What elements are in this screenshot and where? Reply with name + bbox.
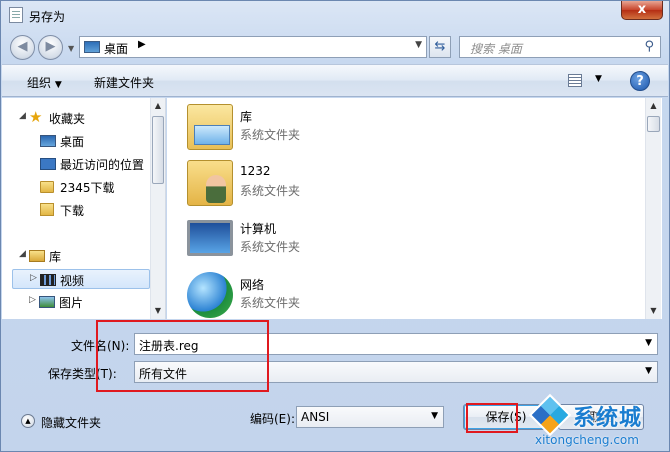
folder-icon: [40, 181, 54, 193]
chevron-down-icon[interactable]: ▼: [645, 366, 652, 376]
video-icon: [40, 274, 56, 286]
save-as-dialog: 另存为 x ◀ ▶ ▼ 桌面 ▶ ▼ ⇆ 搜索 桌面 ⚲ 组织 ▼ 新建文件夹 …: [0, 0, 670, 452]
recent-places-icon: [40, 158, 56, 170]
nav-item-label: 下载: [60, 204, 85, 218]
navigation-pane: ◢ ★ 收藏夹 桌面 最近访问的位置 2345下载 下载 ◢ 库 ▷ 视频 ▷ …: [2, 98, 166, 319]
desktop-icon: [84, 41, 100, 53]
breadcrumb-chevron-icon[interactable]: ▶: [138, 39, 146, 50]
collapse-icon[interactable]: ◢: [19, 111, 26, 121]
watermark: 系统城 xitongcheng.com: [521, 393, 670, 452]
chevron-down-icon: ▼: [54, 80, 62, 90]
refresh-button[interactable]: ⇆: [429, 36, 451, 58]
help-icon[interactable]: ?: [630, 71, 650, 91]
list-item-network[interactable]: 网络 系统文件夹: [187, 272, 487, 319]
address-dropdown-icon[interactable]: ▼: [415, 40, 422, 50]
search-placeholder: 搜索 桌面: [470, 42, 522, 56]
nav-item-recent-places[interactable]: 最近访问的位置: [2, 154, 150, 174]
nav-item-label: 2345下载: [60, 181, 115, 195]
scroll-up-icon[interactable]: ▲: [646, 98, 661, 114]
encoding-value: ANSI: [301, 410, 330, 424]
encoding-select[interactable]: ANSI ▼: [296, 406, 444, 428]
title-bar: 另存为 x: [1, 1, 669, 31]
window-title: 另存为: [29, 10, 66, 24]
star-icon: ★: [29, 108, 43, 126]
chevron-down-icon[interactable]: ▼: [645, 338, 652, 348]
list-item-libraries[interactable]: 库 系统文件夹: [187, 104, 487, 156]
nav-scrollbar[interactable]: ▲ ▼: [150, 98, 165, 319]
view-mode-icon[interactable]: [568, 74, 582, 87]
nav-libraries[interactable]: ◢ 库: [2, 246, 150, 266]
item-type: 系统文件夹: [240, 240, 301, 254]
encoding-label: 编码(E):: [250, 412, 295, 426]
libraries-icon: [29, 250, 45, 262]
list-item-computer[interactable]: 计算机 系统文件夹: [187, 216, 487, 268]
nav-item-label: 视频: [60, 274, 85, 288]
toolbar: 组织 ▼ 新建文件夹 ▼ ?: [2, 64, 668, 97]
collapse-icon[interactable]: ◢: [19, 249, 26, 259]
computer-icon: [187, 220, 233, 256]
search-input[interactable]: 搜索 桌面 ⚲: [459, 36, 661, 58]
user-folder-icon: [187, 160, 233, 206]
item-type: 系统文件夹: [240, 296, 301, 310]
view-dropdown-icon[interactable]: ▼: [595, 74, 602, 84]
scroll-down-icon[interactable]: ▼: [646, 303, 661, 319]
organize-label: 组织: [27, 76, 52, 90]
chevron-down-icon[interactable]: ▼: [431, 411, 438, 421]
forward-button[interactable]: ▶: [38, 35, 63, 60]
nav-item-2345-downloads[interactable]: 2345下载: [2, 177, 150, 197]
search-icon[interactable]: ⚲: [644, 39, 654, 54]
scroll-down-icon[interactable]: ▼: [151, 303, 165, 319]
scroll-thumb[interactable]: [647, 116, 660, 132]
annotation-highlight: [466, 403, 518, 433]
item-name: 库: [240, 110, 253, 124]
libraries-icon: [187, 104, 233, 150]
nav-item-downloads[interactable]: 下载: [2, 200, 150, 220]
list-item-user[interactable]: 1232 系统文件夹: [187, 160, 487, 212]
nav-libraries-label: 库: [49, 250, 62, 264]
back-button[interactable]: ◀: [10, 35, 35, 60]
back-arrow-icon: ◀: [17, 39, 28, 54]
item-type: 系统文件夹: [240, 184, 301, 198]
nav-item-videos[interactable]: ▷ 视频: [12, 269, 150, 289]
collapse-up-icon: ▲: [21, 414, 35, 428]
network-icon: [187, 272, 233, 318]
watermark-text: 系统城: [573, 406, 643, 431]
forward-arrow-icon: ▶: [45, 39, 56, 54]
nav-item-label: 图片: [59, 296, 84, 310]
item-name: 计算机: [240, 222, 277, 236]
breadcrumb-desktop[interactable]: 桌面: [104, 40, 128, 57]
file-list: 库 系统文件夹 1232 系统文件夹 计算机 系统文件夹 网络 系统文件夹 ▲ …: [167, 98, 662, 319]
item-name: 1232: [240, 164, 271, 178]
item-name: 网络: [240, 278, 265, 292]
refresh-icon: ⇆: [434, 39, 446, 54]
watermark-url: xitongcheng.com: [535, 433, 639, 447]
nav-item-pictures[interactable]: ▷ 图片: [2, 292, 150, 312]
nav-item-label: 最近访问的位置: [60, 158, 145, 172]
organize-menu[interactable]: 组织 ▼: [27, 74, 62, 91]
nav-favorites-label: 收藏夹: [49, 112, 86, 126]
desktop-icon: [40, 135, 56, 147]
pictures-icon: [39, 296, 55, 308]
expand-icon[interactable]: ▷: [29, 295, 36, 305]
item-type: 系统文件夹: [240, 128, 301, 142]
annotation-highlight: [96, 320, 269, 392]
notepad-icon: [9, 7, 23, 23]
hide-folders-label: 隐藏文件夹: [41, 416, 102, 430]
new-folder-button[interactable]: 新建文件夹: [94, 74, 154, 91]
scroll-up-icon[interactable]: ▲: [151, 98, 165, 114]
nav-item-label: 桌面: [60, 135, 85, 149]
address-bar[interactable]: 桌面 ▶ ▼: [79, 36, 427, 58]
scroll-thumb[interactable]: [152, 116, 164, 184]
nav-item-desktop[interactable]: 桌面: [2, 131, 150, 151]
logo-icon: [528, 393, 572, 437]
content-scrollbar[interactable]: ▲ ▼: [645, 98, 661, 319]
nav-favorites[interactable]: ◢ ★ 收藏夹: [2, 108, 150, 128]
recent-pages-dropdown-icon[interactable]: ▼: [68, 44, 74, 53]
expand-icon[interactable]: ▷: [30, 273, 37, 283]
downloads-icon: [40, 203, 54, 216]
close-button[interactable]: x: [621, 1, 663, 20]
